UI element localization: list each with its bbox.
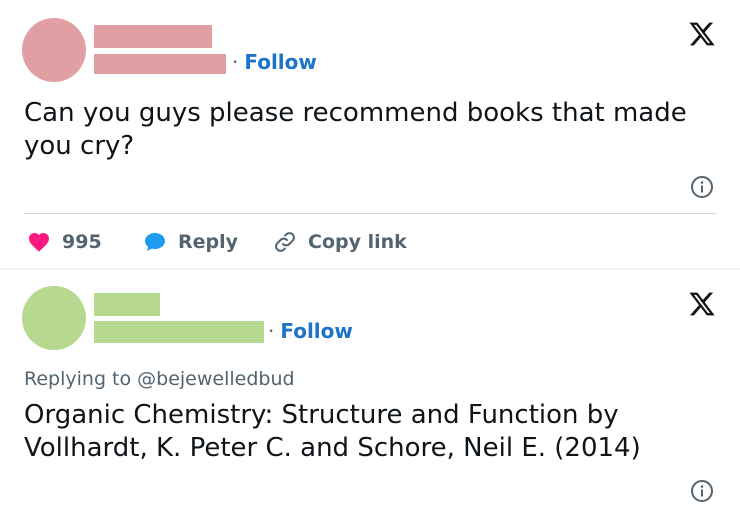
follow-button[interactable]: · Follow bbox=[268, 319, 353, 343]
heart-icon bbox=[29, 233, 49, 252]
x-logo-icon[interactable] bbox=[688, 20, 716, 48]
tweet-text: Can you guys please recommend books that… bbox=[24, 98, 687, 161]
copy-link-label: Copy link bbox=[308, 231, 407, 253]
replying-to: Replying to @bejewelledbud bbox=[24, 368, 295, 390]
like-count: 995 bbox=[62, 231, 102, 253]
separator-dot: · bbox=[232, 50, 239, 74]
divider bbox=[24, 213, 716, 214]
separator-dot: · bbox=[268, 319, 275, 343]
info-icon[interactable] bbox=[690, 175, 714, 199]
redacted-username bbox=[94, 321, 264, 343]
link-icon bbox=[275, 232, 295, 252]
follow-label: Follow bbox=[244, 50, 317, 74]
tweet-card-1: · Follow Can you guys please recommend bo… bbox=[0, 0, 740, 268]
avatar[interactable] bbox=[22, 18, 86, 82]
redacted-display-name bbox=[94, 293, 160, 316]
redacted-display-name bbox=[94, 25, 212, 48]
redacted-username bbox=[94, 54, 226, 74]
follow-label: Follow bbox=[280, 319, 353, 343]
tweet-text: Organic Chemistry: Structure and Functio… bbox=[24, 400, 641, 463]
reply-label: Reply bbox=[178, 231, 239, 253]
reply-bubble-icon bbox=[145, 233, 165, 251]
x-logo-icon[interactable] bbox=[688, 290, 716, 318]
replying-to-text: Replying to @bejewelledbud bbox=[24, 368, 295, 390]
avatar[interactable] bbox=[22, 286, 86, 350]
info-icon[interactable] bbox=[690, 479, 714, 503]
like-button[interactable]: 995 bbox=[26, 229, 102, 255]
follow-button[interactable]: · Follow bbox=[232, 50, 317, 74]
copy-link-button[interactable]: Copy link bbox=[272, 229, 407, 255]
reply-button[interactable]: Reply bbox=[142, 229, 238, 255]
